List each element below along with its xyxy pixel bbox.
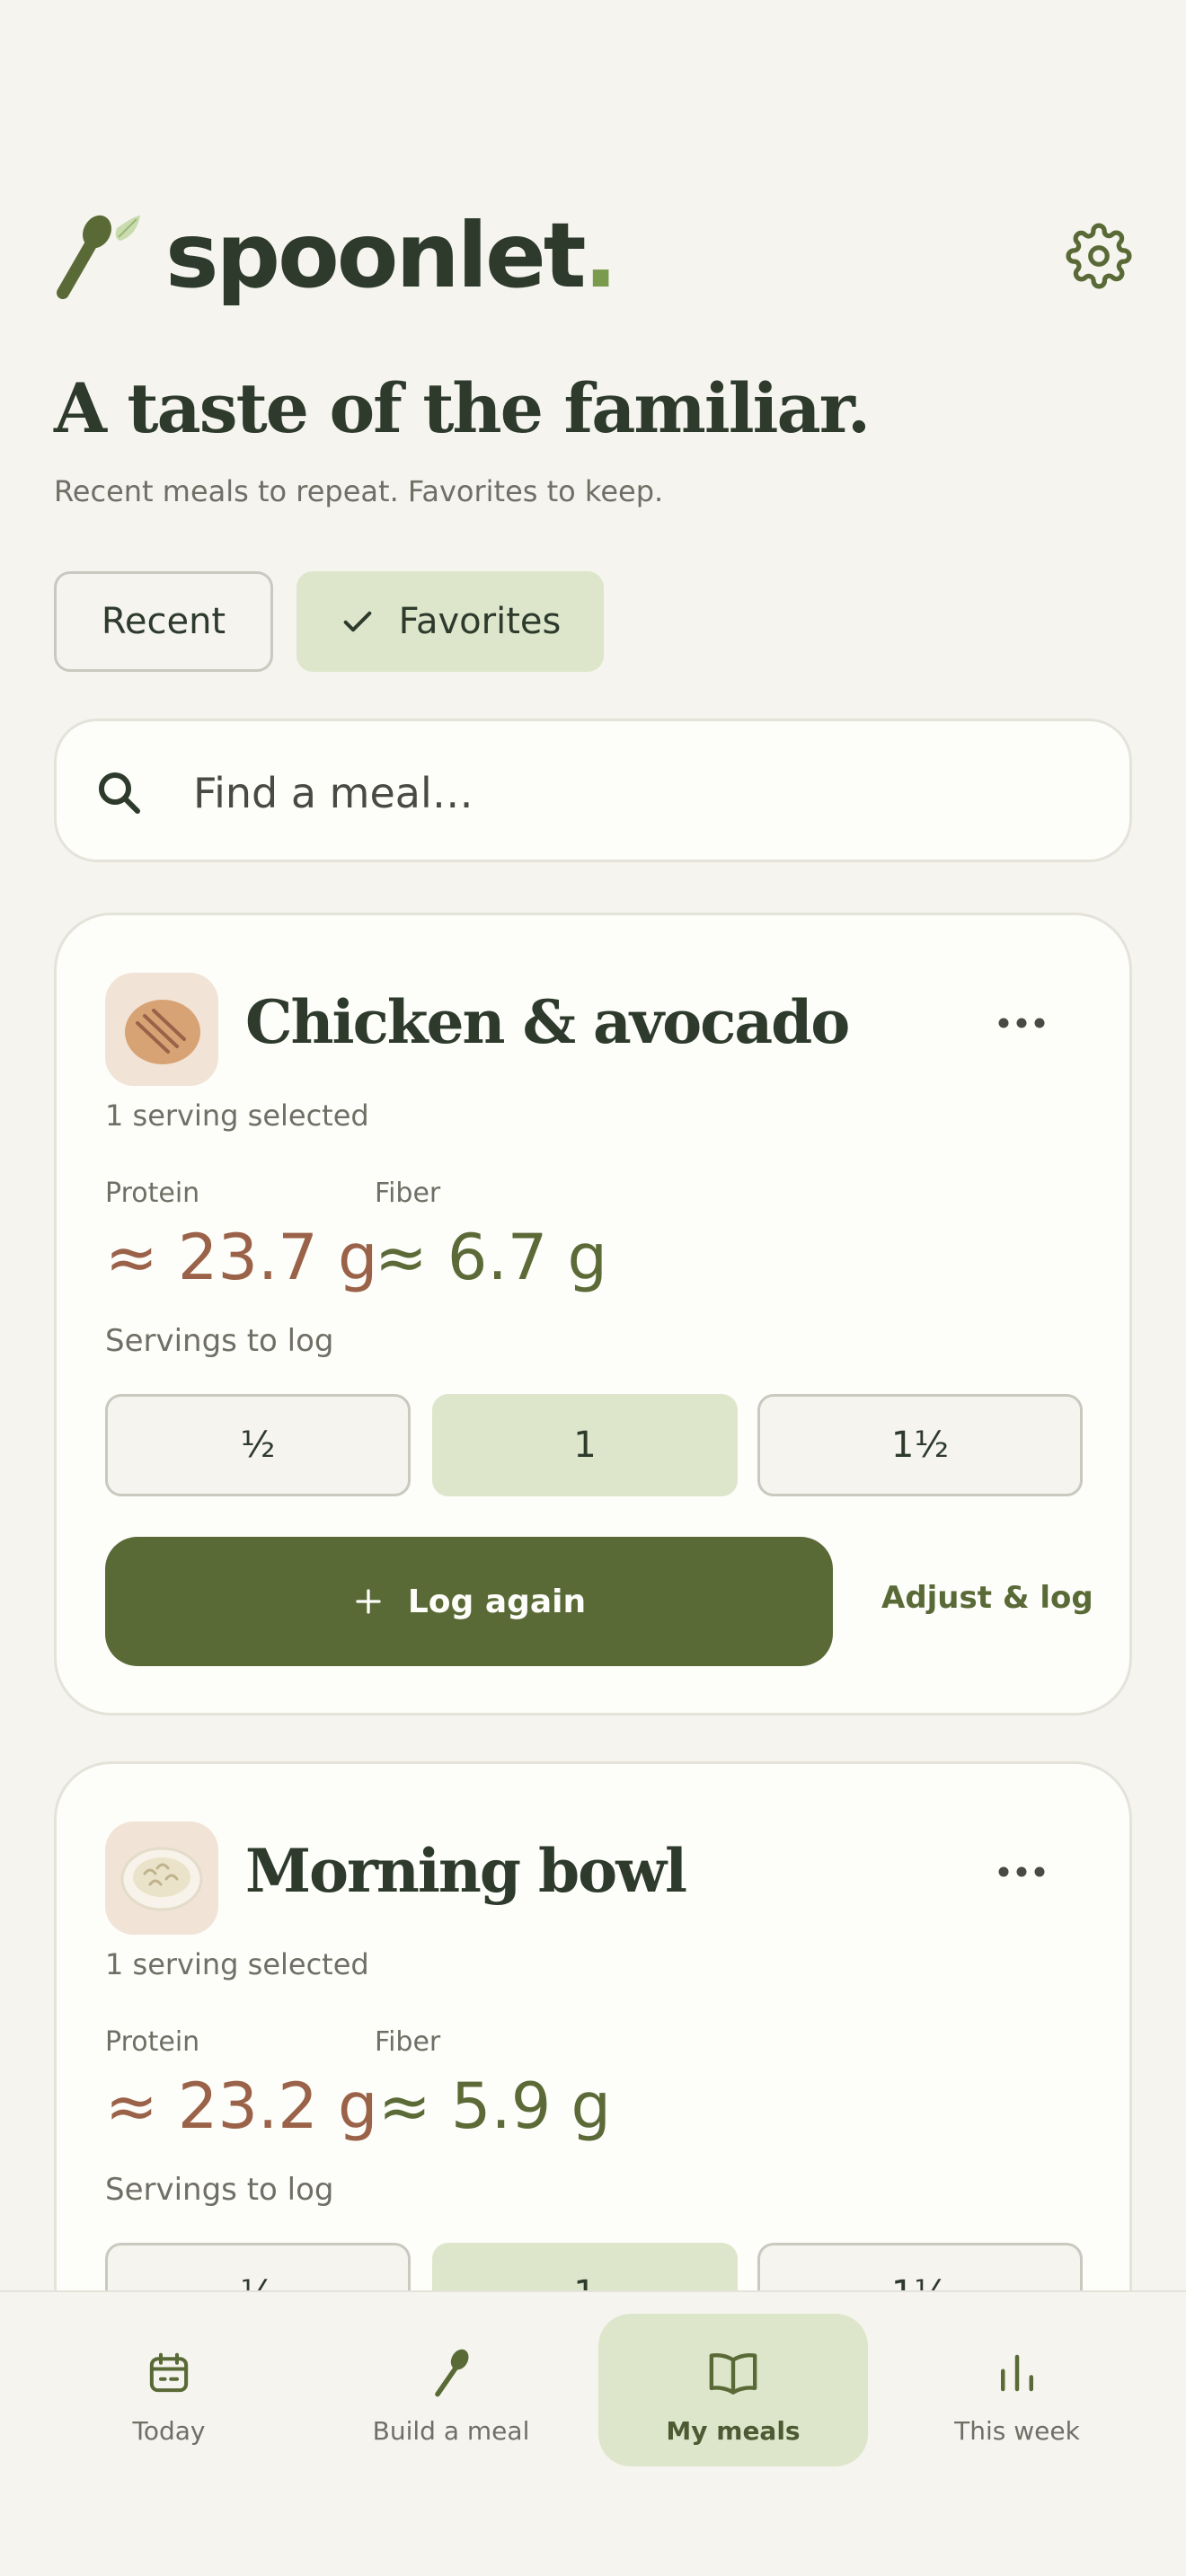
app-logo-text: spoonlet. [165, 203, 618, 308]
nav-item-build-a-meal[interactable]: Build a meal [316, 2314, 586, 2466]
protein-label: Protein [105, 2026, 200, 2058]
fiber-label: Fiber [375, 2026, 441, 2058]
protein-value: ≈ 23.7 g [105, 1221, 378, 1294]
page-headline: A taste of the familiar. [54, 368, 871, 448]
gear-icon[interactable] [1066, 223, 1132, 289]
fiber-value: ≈ 6.7 g [375, 1221, 607, 1294]
spoon-icon [435, 2349, 469, 2397]
meal-thumbnail [105, 973, 218, 1086]
search-bar[interactable] [54, 719, 1132, 862]
protein-label: Protein [105, 1178, 200, 1209]
serving-note: 1 serving selected [105, 1947, 369, 1981]
servings-label: Servings to log [105, 1323, 334, 1359]
fiber-label: Fiber [375, 1178, 441, 1209]
serving-note: 1 serving selected [105, 1098, 369, 1133]
page-subhead: Recent meals to repeat. Favorites to kee… [54, 474, 664, 508]
search-icon [99, 772, 140, 814]
protein-value: ≈ 23.2 g [105, 2069, 378, 2143]
nav-item-this-week[interactable]: This week [882, 2314, 1152, 2466]
log-again-label: Log again [407, 1583, 587, 1620]
bottom-nav: Today Build a meal My meals This week [0, 2290, 1186, 2576]
plus-icon [356, 1589, 381, 1614]
nav-item-my-meals[interactable]: My meals [598, 2314, 868, 2466]
serving-option-one-and-half[interactable]: 1½ [757, 1394, 1083, 1496]
meal-thumbnail [105, 1822, 218, 1935]
calendar-icon [149, 2352, 189, 2393]
meal-title: Morning bowl [245, 1836, 687, 1906]
search-input[interactable] [193, 757, 1092, 829]
filter-recent-label: Recent [101, 601, 226, 642]
servings-label: Servings to log [105, 2172, 334, 2208]
serving-option-one[interactable]: 1 [432, 1394, 738, 1496]
filter-favorites-label: Favorites [398, 601, 562, 642]
nav-label: Today [132, 2416, 206, 2446]
fiber-value: ≈ 5.9 g [378, 2069, 611, 2143]
bowl-dish-icon [120, 1847, 203, 1911]
app-header: spoonlet. [54, 207, 1132, 305]
meal-title: Chicken & avocado [245, 987, 850, 1057]
check-icon [343, 611, 371, 632]
bar-chart-icon [1001, 2354, 1033, 2392]
chicken-dish-icon [125, 1000, 200, 1064]
more-options-icon[interactable] [996, 1863, 1047, 1881]
filter-favorites-button[interactable]: Favorites [296, 571, 604, 672]
nav-label: This week [954, 2416, 1080, 2446]
serving-option-half[interactable]: ½ [105, 1394, 411, 1496]
nav-item-today[interactable]: Today [34, 2314, 304, 2466]
nav-label: My meals [666, 2416, 801, 2446]
adjust-and-log-link[interactable]: Adjust & log [881, 1580, 1093, 1616]
open-book-icon [709, 2353, 757, 2395]
nav-label: Build a meal [372, 2416, 530, 2446]
log-again-button[interactable]: Log again [105, 1537, 833, 1666]
more-options-icon[interactable] [996, 1014, 1047, 1032]
filter-recent-button[interactable]: Recent [54, 571, 273, 672]
spoon-leaf-icon [57, 215, 140, 299]
meal-card: Chicken & avocado 1 serving selected Pro… [54, 913, 1132, 1716]
